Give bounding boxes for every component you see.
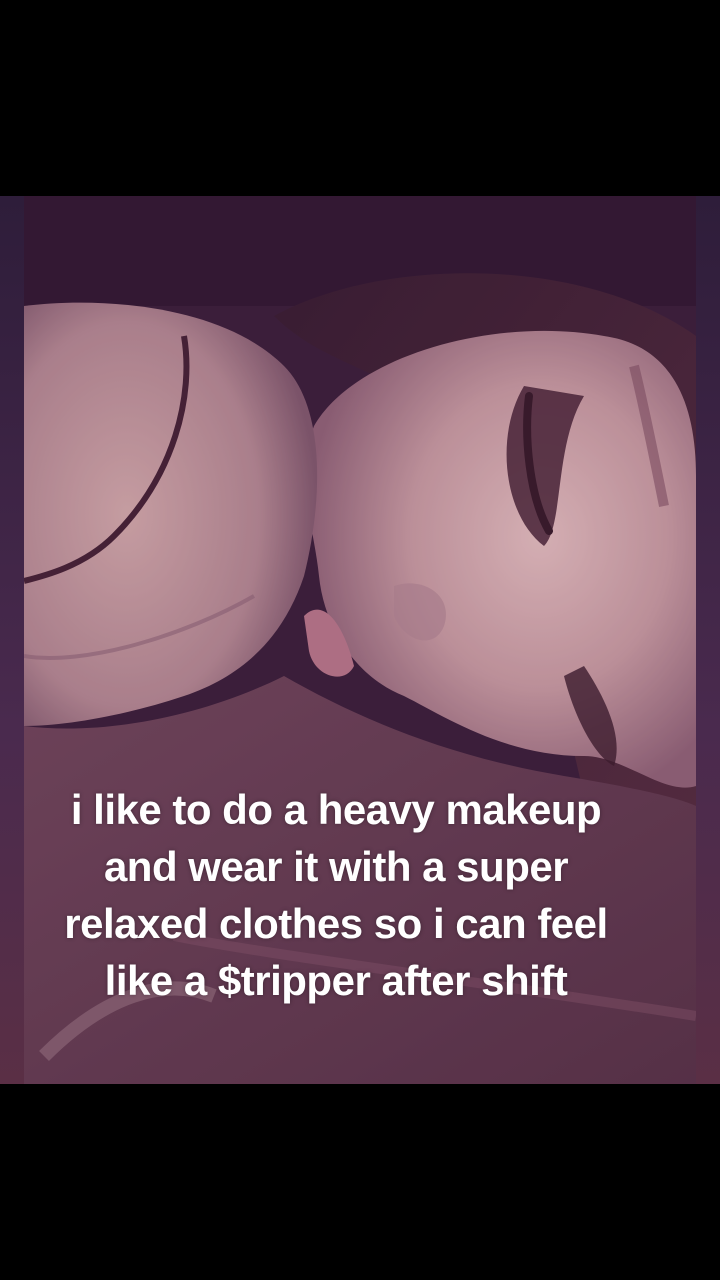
bottom-letterbox — [0, 1084, 720, 1280]
left-blur-border — [0, 196, 24, 1084]
video-caption: i like to do a heavy makeup and wear it … — [64, 786, 608, 1004]
video-screen[interactable]: i like to do a heavy makeup and wear it … — [0, 0, 720, 1280]
right-blur-border — [696, 196, 720, 1084]
top-letterbox — [0, 0, 720, 196]
video-frame[interactable]: i like to do a heavy makeup and wear it … — [0, 196, 720, 1084]
